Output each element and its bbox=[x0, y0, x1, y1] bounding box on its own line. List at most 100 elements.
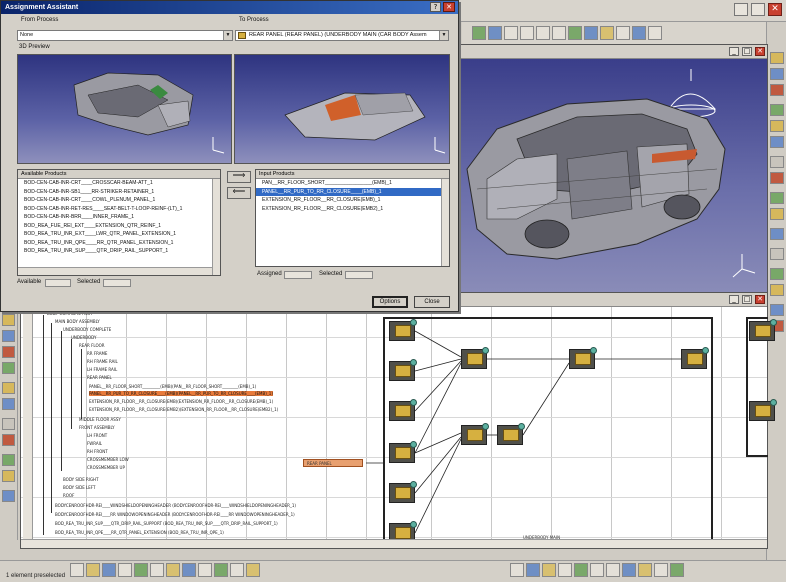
annotation-icon[interactable] bbox=[770, 248, 784, 260]
properties-icon[interactable] bbox=[198, 563, 212, 577]
collapse-graph-icon[interactable] bbox=[638, 563, 652, 577]
zone-icon[interactable] bbox=[2, 418, 15, 430]
delete-link-icon[interactable] bbox=[590, 563, 604, 577]
options-button[interactable]: Options bbox=[372, 296, 408, 308]
assign-icon[interactable] bbox=[770, 104, 784, 116]
shading-icon[interactable] bbox=[616, 26, 630, 40]
graph-horizontal-scrollbar[interactable] bbox=[21, 539, 767, 548]
viewer-close-button[interactable]: ✕ bbox=[755, 47, 765, 56]
chevron-down-icon[interactable]: ▼ bbox=[223, 31, 232, 40]
rotate-icon[interactable] bbox=[520, 26, 534, 40]
list-item[interactable]: BOD_REA_TRU_INR_SUP____QTR_DRIP_RAIL_SUP… bbox=[18, 247, 220, 256]
check-icon[interactable] bbox=[2, 490, 15, 502]
process-icon[interactable] bbox=[770, 52, 784, 64]
resource-icon[interactable] bbox=[770, 68, 784, 80]
list-item[interactable]: BOD-CEN-CAB-INR-CRT____CROSSCAR-BEAM-ATT… bbox=[18, 179, 220, 188]
zoom-in-icon[interactable] bbox=[536, 26, 550, 40]
list-item[interactable]: BOD_REA_TRU_INR_QPE____RR_QTR_PANEL_EXTE… bbox=[18, 239, 220, 248]
link-graph-icon[interactable] bbox=[574, 563, 588, 577]
process-node[interactable] bbox=[749, 399, 777, 421]
process-library-icon[interactable] bbox=[2, 346, 15, 358]
close-button[interactable]: Close bbox=[414, 296, 450, 308]
tools-icon[interactable] bbox=[166, 563, 180, 577]
dialog-close-button[interactable]: ✕ bbox=[443, 2, 455, 12]
operation-icon[interactable] bbox=[2, 434, 15, 446]
expand-graph-icon[interactable] bbox=[622, 563, 636, 577]
process-node[interactable] bbox=[389, 441, 417, 463]
link-icon[interactable] bbox=[770, 120, 784, 132]
3d-viewport[interactable] bbox=[457, 59, 767, 293]
product-icon[interactable] bbox=[770, 84, 784, 96]
knowledge-icon[interactable] bbox=[214, 563, 228, 577]
align-icon[interactable] bbox=[542, 563, 556, 577]
add-product-button[interactable]: ⟹ bbox=[227, 171, 251, 183]
catalog-icon[interactable] bbox=[770, 268, 784, 280]
tree-collapse-icon[interactable] bbox=[2, 330, 15, 342]
list-item[interactable]: EXTENSION_RR_FLOOR__RR_CLOSURE(EMB2)_1 bbox=[256, 205, 449, 214]
graph-close-button[interactable]: ✕ bbox=[755, 295, 765, 304]
graph-maximize-button[interactable]: □ bbox=[742, 295, 752, 304]
app-close-button[interactable]: ✕ bbox=[768, 3, 782, 16]
process-node[interactable] bbox=[461, 423, 489, 445]
station-icon[interactable] bbox=[2, 382, 15, 394]
precedence-icon[interactable] bbox=[770, 136, 784, 148]
fit-all-icon[interactable] bbox=[488, 26, 502, 40]
undo-icon[interactable] bbox=[134, 563, 148, 577]
list-item[interactable]: BOD-CEN-CAB-INR-RET-RES____SEAT-BELT-T-L… bbox=[18, 205, 220, 214]
list-item[interactable]: BOD-CEN-CAB-INR-BRR____INNER_FRAME_1 bbox=[18, 213, 220, 222]
to-process-select[interactable]: REAR PANEL (REAR PANEL) (UNDERBODY MAIN … bbox=[235, 30, 449, 41]
simulate-icon[interactable] bbox=[770, 172, 784, 184]
app-maximize-button[interactable] bbox=[751, 3, 765, 16]
paste-icon[interactable] bbox=[118, 563, 132, 577]
list-item[interactable]: BOD_REA_FUE_REI_EXT____EXTENSION_QTR_REI… bbox=[18, 222, 220, 231]
process-node[interactable] bbox=[749, 319, 777, 341]
process-node[interactable] bbox=[569, 347, 597, 369]
graph-minimize-button[interactable]: _ bbox=[729, 295, 739, 304]
update-icon[interactable] bbox=[182, 563, 196, 577]
filter-icon[interactable] bbox=[770, 284, 784, 296]
fastener-icon[interactable] bbox=[2, 470, 15, 482]
customize-icon[interactable] bbox=[246, 563, 260, 577]
list-item[interactable]: BOD-CEN-CAB-INR-CRT____COWL_PLENUM_PANEL… bbox=[18, 196, 220, 205]
remove-product-button[interactable]: ⟸ bbox=[227, 187, 251, 199]
clash-icon[interactable] bbox=[770, 192, 784, 204]
layout-icon[interactable] bbox=[526, 563, 540, 577]
chevron-down-icon[interactable]: ▼ bbox=[439, 31, 448, 40]
app-minimize-button[interactable] bbox=[734, 3, 748, 16]
process-node[interactable] bbox=[389, 399, 417, 421]
macro-icon[interactable] bbox=[230, 563, 244, 577]
hide-show-icon[interactable] bbox=[632, 26, 646, 40]
gantt-icon[interactable] bbox=[770, 156, 784, 168]
list-item[interactable]: BOD_REA_TRU_INR_EXT____LWR_QTR_PANEL_EXT… bbox=[18, 230, 220, 239]
process-node[interactable] bbox=[461, 347, 489, 369]
tree-expand-icon[interactable] bbox=[2, 314, 15, 326]
pert-icon[interactable] bbox=[510, 563, 524, 577]
redo-icon[interactable] bbox=[150, 563, 164, 577]
copy-icon[interactable] bbox=[102, 563, 116, 577]
swap-space-icon[interactable] bbox=[648, 26, 662, 40]
fly-mode-icon[interactable] bbox=[472, 26, 486, 40]
process-node[interactable] bbox=[497, 423, 525, 445]
zoom-out-icon[interactable] bbox=[552, 26, 566, 40]
section-icon[interactable] bbox=[770, 228, 784, 240]
weld-icon[interactable] bbox=[2, 454, 15, 466]
input-products-list[interactable]: Input Products PAN__RR_FLOOR_SHORT______… bbox=[255, 169, 450, 267]
workcell-icon[interactable] bbox=[2, 362, 15, 374]
process-node[interactable] bbox=[389, 481, 417, 503]
line-icon[interactable] bbox=[2, 398, 15, 410]
to-process-preview[interactable] bbox=[234, 54, 450, 164]
normal-view-icon[interactable] bbox=[568, 26, 582, 40]
process-node[interactable] bbox=[389, 319, 417, 341]
from-process-select[interactable]: None ▼ bbox=[17, 30, 233, 41]
reorder-icon[interactable] bbox=[606, 563, 620, 577]
available-list-hscrollbar[interactable] bbox=[18, 267, 212, 275]
available-list-scrollbar[interactable] bbox=[212, 179, 220, 275]
list-item[interactable]: EXTENSION_RR_FLOOR__RR_CLOSURE(EMB)_1 bbox=[256, 196, 449, 205]
select-icon[interactable] bbox=[70, 563, 84, 577]
dialog-help-button[interactable]: ? bbox=[430, 2, 441, 12]
cut-icon[interactable] bbox=[86, 563, 100, 577]
available-products-list[interactable]: Available Products BOD-CEN-CAB-INR-CRT__… bbox=[17, 169, 221, 276]
viewer-minimize-button[interactable]: _ bbox=[729, 47, 739, 56]
input-list-scrollbar[interactable] bbox=[441, 179, 449, 266]
list-item[interactable]: PAN__RR_FLOOR_SHORT_________________(EMB… bbox=[256, 179, 449, 188]
